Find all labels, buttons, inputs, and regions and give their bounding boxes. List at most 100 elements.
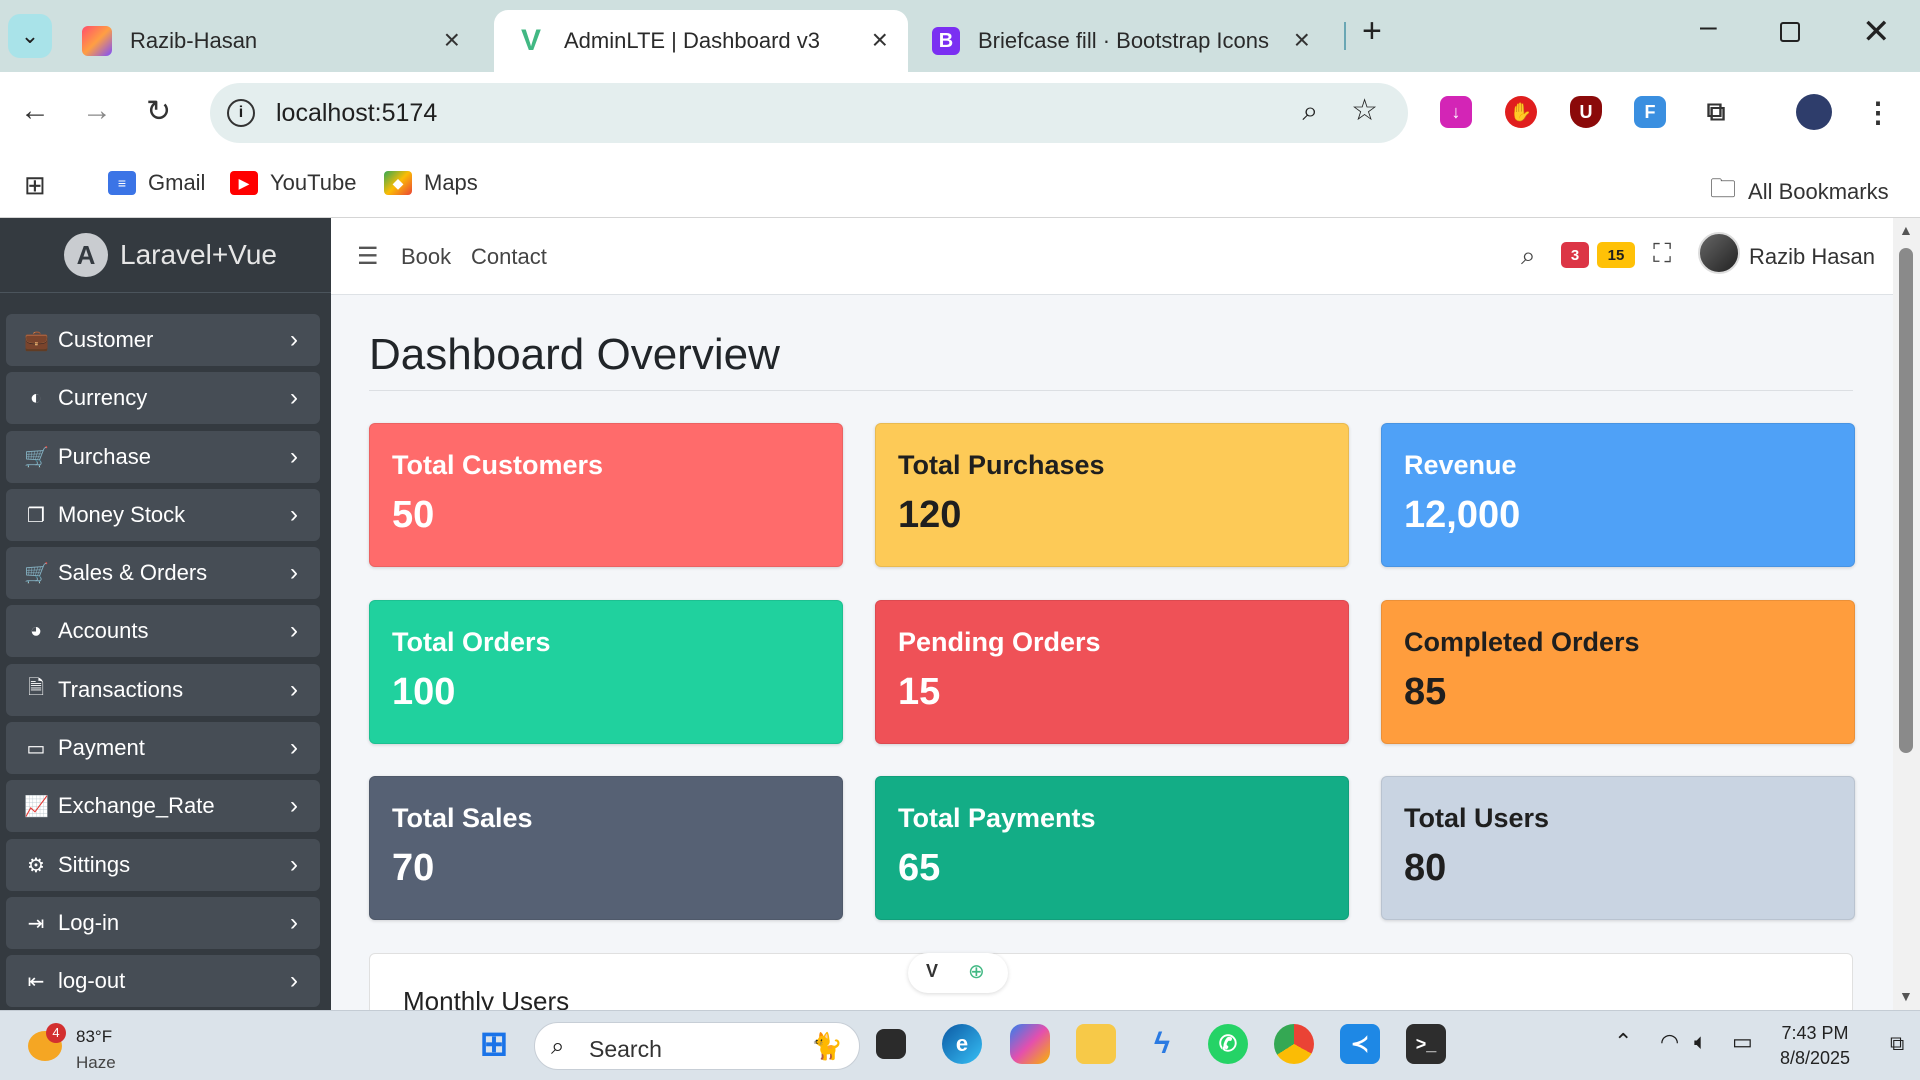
edge-icon[interactable]: e [942,1024,982,1064]
file-explorer-icon[interactable] [1076,1024,1116,1064]
new-tab-button[interactable]: + [1362,12,1382,51]
nav-link-contact[interactable]: Contact [471,244,547,270]
tab-search-button[interactable]: ⌄ [8,14,52,58]
url-text[interactable]: localhost:5174 [276,99,437,128]
stat-card-label: Pending Orders [898,627,1101,657]
notification-badge-red[interactable]: 3 [1561,242,1589,268]
volume-icon[interactable]: 🔈︎ [1694,1029,1707,1055]
target-icon[interactable]: ⊕ [968,959,985,984]
brand-link[interactable]: A Laravel+Vue [0,218,331,293]
minimize-button[interactable]: – [1700,10,1717,44]
back-arrow-icon[interactable]: ← [20,94,50,128]
sidebar-item-accounts[interactable]: ◕ Accounts › [6,605,320,657]
stat-card-total-orders[interactable]: Total Orders 100 [369,600,843,744]
sidebar-item-customer[interactable]: 💼 Customer › [6,314,320,366]
forward-arrow-icon[interactable]: → [82,94,112,128]
scroll-down-arrow-icon[interactable]: ▼ [1899,988,1913,1004]
terminal-icon[interactable]: >_ [1406,1024,1446,1064]
scroll-up-arrow-icon[interactable]: ▲ [1899,222,1913,238]
taskbar-search[interactable]: ⌕ Search 🐈 [534,1022,860,1070]
stat-card-revenue[interactable]: Revenue 12,000 [1381,423,1855,567]
sidebar-item-sales-orders[interactable]: 🛒 Sales & Orders › [6,547,320,599]
stat-card-total-sales[interactable]: Total Sales 70 [369,776,843,920]
chevron-right-icon: › [290,501,298,528]
stat-card-completed-orders[interactable]: Completed Orders 85 [1381,600,1855,744]
profile-avatar-icon[interactable] [1796,94,1832,130]
page-scrollbar[interactable]: ▲ ▼ [1893,218,1920,1010]
stat-card-total-payments[interactable]: Total Payments 65 [875,776,1349,920]
copilot-icon[interactable] [1010,1024,1050,1064]
task-view-icon[interactable] [876,1029,906,1059]
notification-bell-icon[interactable]: ⧉ [1890,1033,1904,1056]
user-avatar[interactable] [1698,232,1740,274]
tab-bootstrap-icons[interactable]: B Briefcase fill · Bootstrap Icons × [910,10,1330,72]
brand-logo-icon: A [64,233,108,277]
fullscreen-icon[interactable]: ⛶ [1653,238,1671,270]
stat-card-pending-orders[interactable]: Pending Orders 15 [875,600,1349,744]
wifi-icon[interactable]: ◠ [1660,1029,1679,1055]
sidebar-item-purchase[interactable]: 🛒 Purchase › [6,431,320,483]
tab-title: AdminLTE | Dashboard v3 [564,28,820,53]
all-bookmarks-button[interactable]: 🗀 All Bookmarks [1710,170,1889,214]
stat-card-value: 70 [392,847,435,889]
nav-link-book[interactable]: Book [401,244,451,270]
tab-close-icon[interactable]: × [1294,24,1310,56]
system-clock[interactable]: 7:43 PM 8/8/2025 [1780,1021,1850,1071]
stat-card-total-customers[interactable]: Total Customers 50 [369,423,843,567]
bookmark-youtube[interactable]: ▶ YouTube [230,170,356,196]
power-automate-icon[interactable]: ϟ [1142,1024,1182,1064]
tab-title: Briefcase fill · Bootstrap Icons [978,28,1270,53]
bookmark-maps[interactable]: ◆ Maps [384,170,478,196]
whatsapp-icon[interactable]: ✆ [1208,1024,1248,1064]
tab-close-icon[interactable]: × [872,24,888,56]
vue-logo-icon[interactable]: V [926,961,938,982]
sidebar-item-transactions[interactable]: 🗎 Transactions › [6,664,320,716]
windows-start-icon[interactable]: ⊞ [474,1024,514,1064]
sidebar-item-money-stock[interactable]: ❐ Money Stock › [6,489,320,541]
windows-taskbar: 4 83°F Haze ⊞ ⌕ Search 🐈 e ϟ ✆ ≺ >_ ⌃ ◠ … [0,1010,1920,1080]
font-extension-icon[interactable]: F [1634,96,1666,128]
adblock-extension-icon[interactable]: ✋ [1505,96,1537,128]
download-extension-icon[interactable]: ↓ [1440,96,1472,128]
address-bar[interactable]: i localhost:5174 ⌕ ☆ [210,83,1408,143]
battery-icon[interactable]: ▭ [1732,1029,1753,1055]
user-name[interactable]: Razib Hasan [1749,244,1875,270]
site-info-icon[interactable]: i [227,99,255,127]
sidebar-item-settings[interactable]: ⚙ Sittings › [6,839,320,891]
extensions-puzzle-icon[interactable]: ⧉ [1700,96,1732,128]
maximize-button[interactable] [1780,22,1800,42]
stat-card-total-purchases[interactable]: Total Purchases 120 [875,423,1349,567]
brand-name: Laravel+Vue [120,239,277,270]
chevron-right-icon: › [290,617,298,644]
zoom-icon[interactable]: ⌕ [1302,95,1318,128]
bookmark-gmail[interactable]: ≡ Gmail [108,170,205,196]
sidebar-item-login[interactable]: ⇥ Log-in › [6,897,320,949]
tab-close-icon[interactable]: × [444,24,460,56]
monthly-users-title: Monthly Users [403,986,570,1010]
sidebar-item-label: log-out [58,968,126,993]
search-icon[interactable]: ⌕ [1521,240,1536,272]
weather-temperature: 83°F [76,1027,113,1046]
chevron-down-icon: ⌄ [20,23,40,48]
notification-badge-yellow[interactable]: 15 [1597,242,1635,268]
apps-grid-icon[interactable]: ⊞ [24,170,46,201]
pie-chart-icon: ◕ [29,619,43,642]
vscode-icon[interactable]: ≺ [1340,1024,1380,1064]
tab-adminlte-dashboard[interactable]: V AdminLTE | Dashboard v3 × [494,10,908,72]
ublock-extension-icon[interactable]: U [1570,96,1602,128]
sidebar-item-payment[interactable]: ▭ Payment › [6,722,320,774]
tab-razib-hasan[interactable]: Razib-Hasan × [60,10,480,72]
hamburger-menu-icon[interactable]: ☰ [357,242,379,271]
chevron-up-icon[interactable]: ⌃ [1614,1029,1632,1055]
chrome-icon[interactable] [1274,1024,1314,1064]
sidebar-item-currency[interactable]: ◐ Currency › [6,372,320,424]
close-window-button[interactable]: ✕ [1862,12,1891,52]
stat-card-total-users[interactable]: Total Users 80 [1381,776,1855,920]
reload-icon[interactable]: ↻ [146,94,171,129]
sidebar-item-exchange-rate[interactable]: 📈 Exchange_Rate › [6,780,320,832]
sidebar-item-logout[interactable]: ⇤ log-out › [6,955,320,1007]
browser-menu-icon[interactable]: ⋮ [1862,96,1894,128]
scrollbar-thumb[interactable] [1899,248,1913,753]
vue-devtools-floating-bar[interactable]: V ⊕ [908,953,1008,993]
bookmark-star-icon[interactable]: ☆ [1351,93,1378,128]
